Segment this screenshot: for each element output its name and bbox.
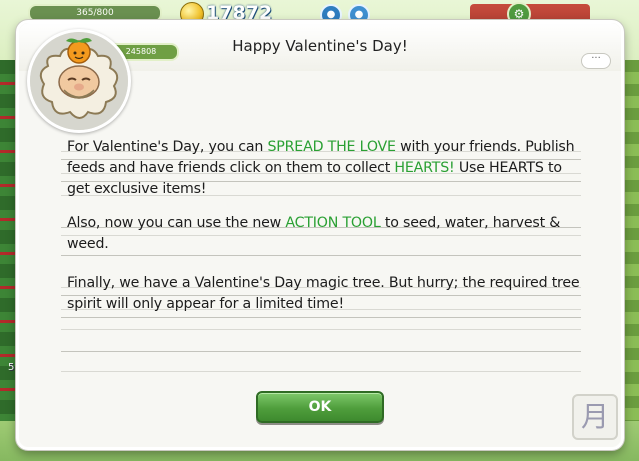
moon-icon[interactable]: 月: [572, 394, 618, 440]
avatar-spirit-graphic: [30, 32, 128, 130]
action-tool-highlight: ACTION TOOL: [285, 215, 381, 231]
p3-text-a: Finally, we have a Valentine's Day magic…: [67, 275, 580, 312]
p1-text-a: For Valentine's Day, you can: [67, 139, 268, 155]
top-hud: 365/800 17872 ● ● ⚙: [0, 0, 639, 26]
paragraph-magic-tree: Finally, we have a Valentine's Day magic…: [67, 273, 587, 315]
avatar-spirit-icon: [27, 29, 131, 133]
p2-text-a: Also, now you can use the new: [67, 215, 286, 231]
paragraph-action-tool: Also, now you can use the new ACTION TOO…: [67, 213, 587, 255]
paper-rule: [61, 329, 581, 330]
paper-rule: [61, 371, 581, 372]
valentine-dialog: Happy Valentine's Day! ··· 245808 For Va…: [16, 20, 624, 450]
ok-button[interactable]: OK: [256, 391, 384, 423]
paper-rule: [61, 317, 581, 318]
hearts-highlight: HEARTS!: [394, 160, 455, 176]
spread-the-love-highlight: SPREAD THE LOVE: [267, 139, 396, 155]
more-options-button[interactable]: ···: [581, 53, 611, 69]
paper-rule: [61, 255, 581, 256]
paper-rule: [61, 351, 581, 352]
paragraph-spread-love: For Valentine's Day, you can SPREAD THE …: [67, 137, 587, 200]
